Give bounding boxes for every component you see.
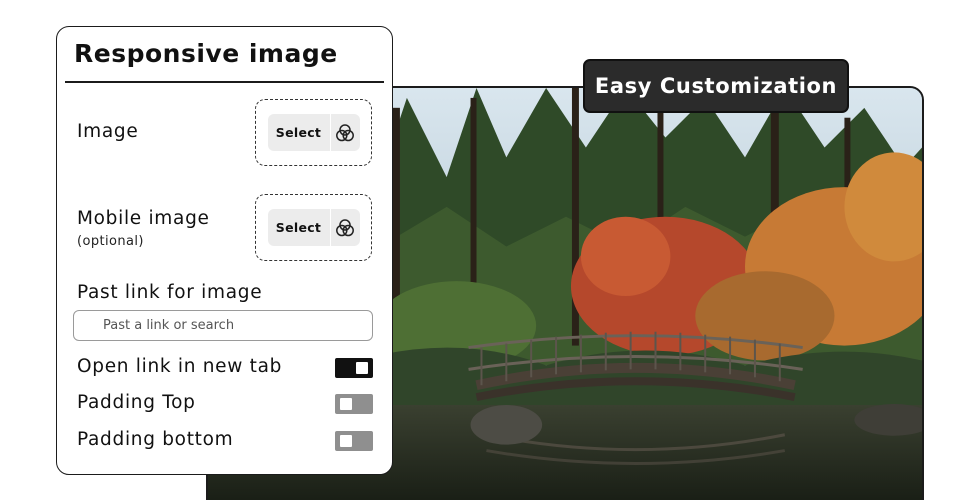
padding-top-label: Padding Top [77,392,196,413]
toggle-knob [340,435,352,447]
image-link-input[interactable] [73,310,373,341]
easy-customization-badge: Easy Customization [583,59,849,113]
mobile-image-select-label: Select [275,220,322,235]
toggle-knob [356,362,368,374]
padding-top-toggle[interactable] [335,394,373,414]
image-dropzone[interactable]: Select [255,99,372,166]
open-new-tab-label: Open link in new tab [77,356,283,377]
color-circles-icon [329,114,360,151]
image-link-label: Past link for image [77,282,263,303]
mobile-image-select-button[interactable]: Select [267,209,360,246]
toggle-knob [340,398,352,410]
padding-bottom-label: Padding bottom [77,429,234,450]
mobile-image-dropzone[interactable]: Select [255,194,372,261]
panel-title: Responsive image [74,39,338,68]
badge-label: Easy Customization [594,74,838,98]
responsive-image-panel: Responsive image Image Select Mobile ima… [56,26,393,475]
color-circles-icon [329,209,360,246]
image-select-button[interactable]: Select [267,114,360,151]
padding-bottom-toggle[interactable] [335,431,373,451]
open-new-tab-toggle[interactable] [335,358,373,378]
mobile-image-label: Mobile image [77,208,210,229]
image-label: Image [77,121,139,142]
panel-divider [65,81,384,83]
mobile-image-optional-note: (optional) [77,234,144,249]
image-select-label: Select [275,125,322,140]
